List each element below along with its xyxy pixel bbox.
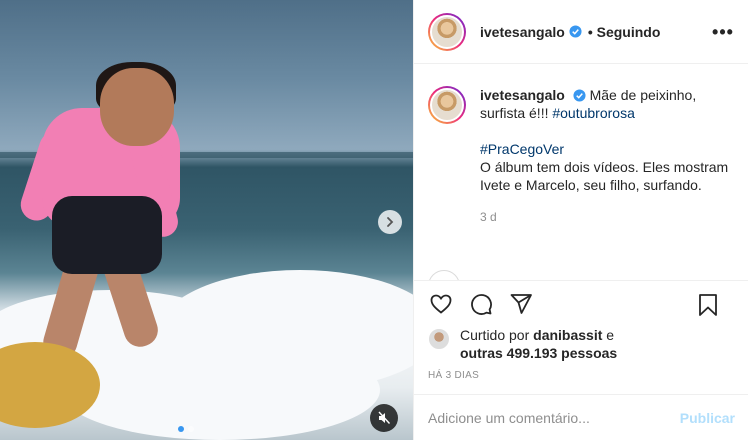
more-options-button[interactable]: ••• — [712, 21, 734, 42]
comment-avatar[interactable] — [428, 270, 460, 280]
add-comment-bar: Publicar — [414, 394, 748, 440]
likes-summary: Curtido por danibassit e outras 499.193 … — [428, 326, 738, 362]
carousel-dot-active — [178, 426, 184, 432]
comment-icon — [471, 293, 492, 315]
caption-description: O álbum tem dois vídeos. Eles mostram Iv… — [480, 159, 729, 193]
follow-status-button[interactable]: • Seguindo — [588, 24, 661, 40]
liker-username[interactable]: danibassit — [533, 327, 602, 343]
carousel-dot — [188, 426, 194, 432]
caption-username[interactable]: ivetesangalo — [480, 87, 565, 103]
hashtag-pracegover[interactable]: #PraCegoVer — [480, 141, 564, 157]
verified-badge-icon — [569, 25, 582, 38]
post-header: ivetesangalo • Seguindo ••• — [414, 0, 748, 64]
avatar-image — [430, 14, 464, 49]
save-button[interactable] — [695, 292, 721, 318]
post-sidebar: ivetesangalo • Seguindo ••• ivetesangalo — [413, 0, 748, 440]
publish-button[interactable]: Publicar — [680, 410, 735, 426]
carousel-next-button[interactable] — [378, 210, 402, 234]
avatar-image — [430, 88, 464, 122]
speaker-muted-icon — [378, 411, 391, 424]
hashtag-outubrorosa[interactable]: #outubrorosa — [552, 105, 635, 121]
heart-icon — [430, 294, 452, 314]
likes-joiner: e — [602, 327, 615, 343]
likes-prefix: Curtido por — [460, 327, 534, 343]
caption-age: 3 d — [480, 210, 497, 224]
verified-badge-icon — [573, 89, 586, 102]
post-timestamp[interactable]: HÁ 3 DIAS — [428, 370, 479, 381]
carousel-indicator — [178, 426, 194, 432]
surfer-head — [100, 68, 174, 146]
author-username[interactable]: ivetesangalo — [480, 24, 565, 40]
mute-toggle-button[interactable] — [370, 404, 398, 432]
follow-status-label: Seguindo — [596, 23, 661, 40]
caption: ivetesangalo Mãe de peixinho, surfista é… — [428, 86, 735, 226]
next-comment-preview — [428, 270, 460, 280]
comments-area: ivetesangalo Mãe de peixinho, surfista é… — [414, 64, 748, 280]
more-options-icon: ••• — [712, 21, 734, 42]
surfer-shorts — [52, 196, 162, 274]
comment-button[interactable] — [468, 291, 494, 317]
post-actions — [414, 280, 748, 326]
likes-text: Curtido por danibassit e outras 499.193 … — [460, 326, 617, 362]
instagram-post: ivetesangalo • Seguindo ••• ivetesangalo — [0, 0, 748, 440]
caption-text: ivetesangalo Mãe de peixinho, surfista é… — [480, 86, 730, 226]
share-button[interactable] — [508, 291, 534, 317]
like-button[interactable] — [428, 291, 454, 317]
chevron-right-icon — [387, 217, 394, 227]
comment-input[interactable] — [428, 409, 680, 426]
bookmark-icon — [699, 294, 717, 316]
share-icon — [510, 293, 532, 314]
caption-avatar[interactable] — [428, 86, 466, 124]
author-avatar[interactable] — [428, 12, 466, 51]
post-media[interactable] — [0, 0, 413, 440]
liker-avatar[interactable] — [428, 328, 450, 350]
likes-count-link[interactable]: outras 499.193 pessoas — [460, 345, 617, 361]
wave-foam — [60, 340, 380, 440]
